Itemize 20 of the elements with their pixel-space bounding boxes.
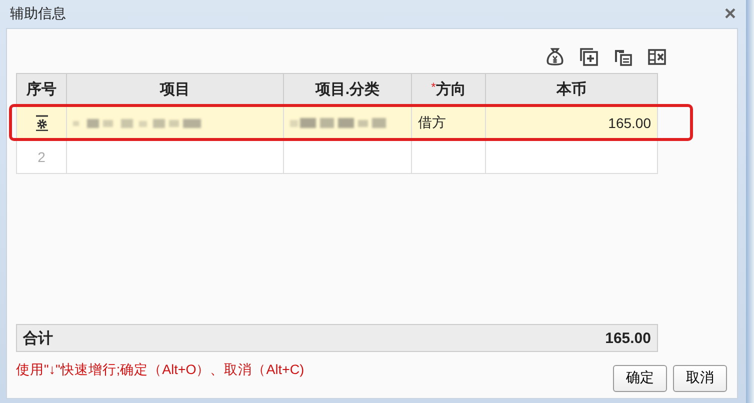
row-number: 2 [38, 148, 46, 164]
column-header[interactable]: 项目 [66, 74, 284, 106]
shortcut-hint: 使用"↓"快速增行;确定（Alt+O）、取消（Alt+C) [16, 361, 304, 379]
money-bag-icon[interactable] [545, 47, 565, 67]
confirm-button[interactable]: 确定 [613, 364, 667, 392]
column-header[interactable]: 序号 [16, 74, 66, 106]
table-cell: 借方 [412, 106, 486, 140]
total-label: 合计 [23, 328, 53, 348]
window-title: 辅助信息 [10, 5, 66, 23]
column-header[interactable]: 本币 [486, 74, 658, 106]
table-cell: 165.00 [486, 106, 658, 140]
delete-row-icon[interactable] [647, 47, 667, 67]
column-header[interactable]: 项目.分类 [284, 74, 412, 106]
gear-icon[interactable] [34, 115, 48, 132]
column-header[interactable]: *方向 [412, 74, 486, 106]
copy-row-icon[interactable] [613, 47, 633, 67]
add-row-icon[interactable] [579, 47, 599, 67]
cancel-button[interactable]: 取消 [673, 364, 727, 392]
close-button[interactable]: × [722, 4, 738, 24]
total-amount: 165.00 [605, 330, 651, 346]
